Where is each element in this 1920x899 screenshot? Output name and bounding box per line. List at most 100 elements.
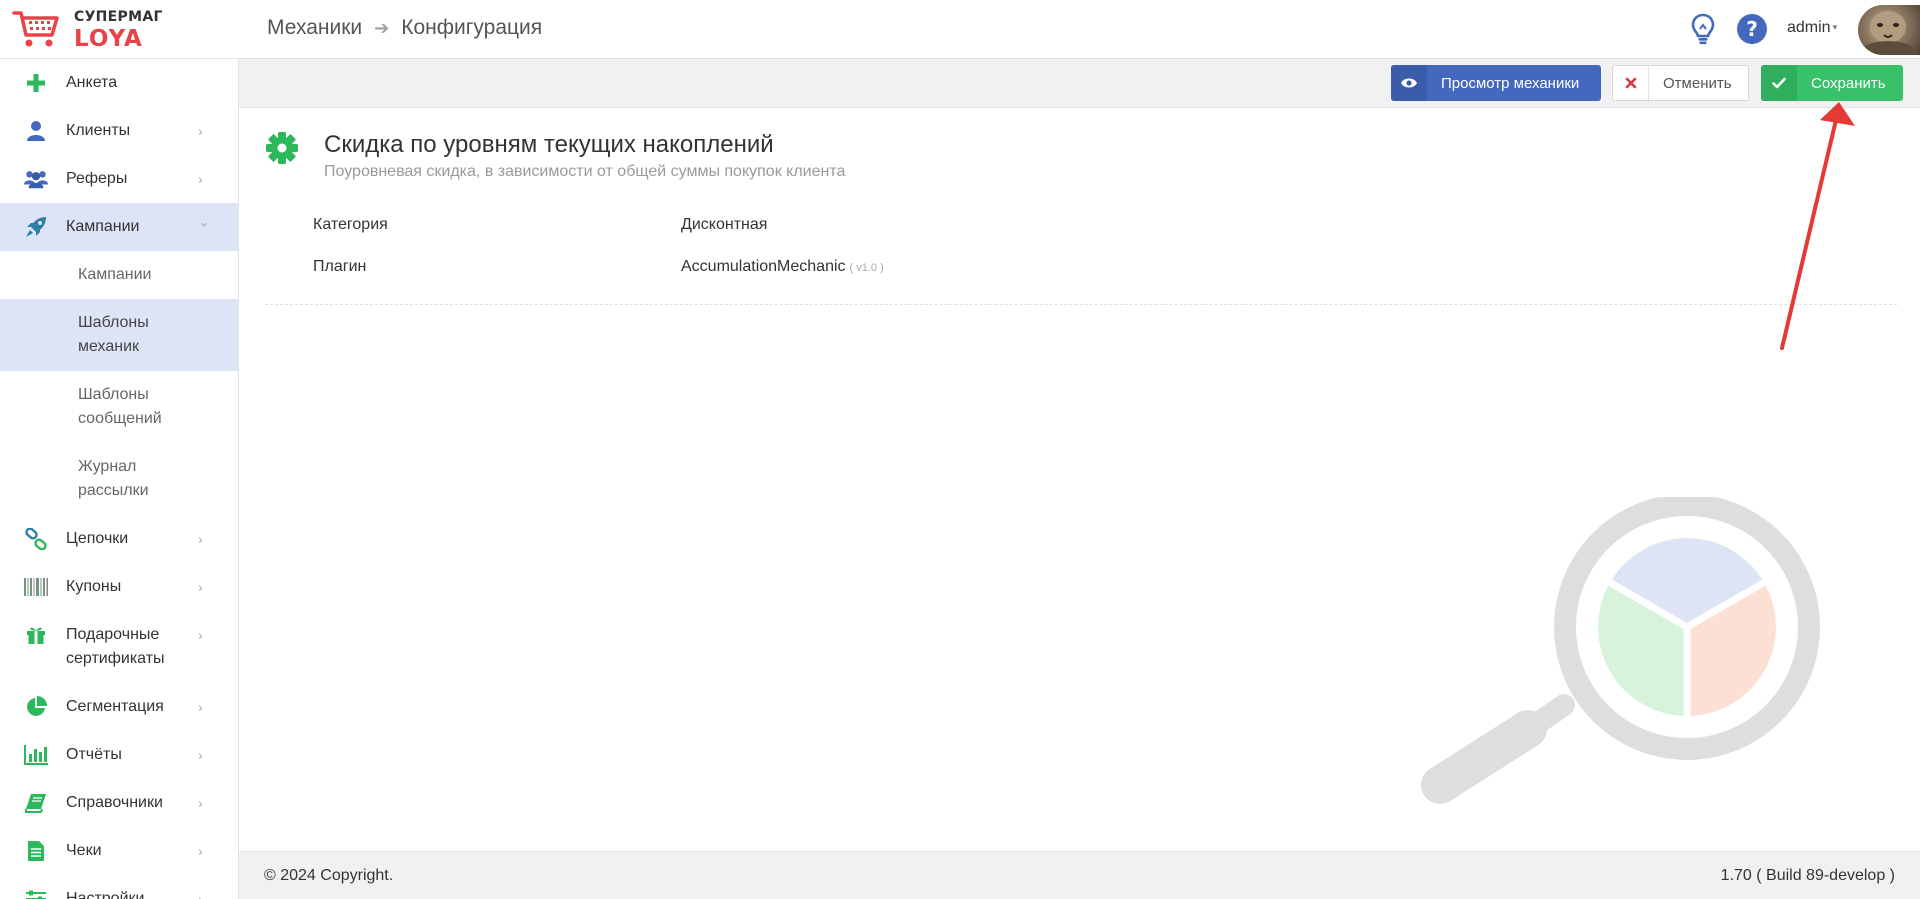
sidebar-item-chains[interactable]: Цепочки › bbox=[0, 515, 238, 563]
plugin-version: ( v1.0 ) bbox=[849, 262, 884, 274]
chevron-right-icon: › bbox=[198, 891, 203, 899]
view-mechanic-button[interactable]: Просмотр механики bbox=[1391, 65, 1601, 101]
property-key: Категория bbox=[313, 216, 388, 233]
svg-text:?: ? bbox=[1746, 17, 1758, 41]
bar-chart-icon bbox=[24, 743, 48, 767]
sidebar-item-anketa[interactable]: Анкета bbox=[0, 59, 238, 107]
sidebar: Анкета Клиенты › Реферы › Кампании ⌄ Кам… bbox=[0, 59, 239, 899]
save-label: Сохранить bbox=[1811, 74, 1886, 92]
divider bbox=[265, 304, 1897, 305]
sidebar-subitem-label: Кампании bbox=[78, 266, 152, 283]
chevron-down-icon: ⌄ bbox=[198, 213, 210, 230]
user-menu[interactable]: admin ▾ bbox=[1787, 19, 1837, 37]
sidebar-subitem-mechanic-templates[interactable]: Шаблоны механик bbox=[0, 299, 238, 371]
sidebar-item-label: Подарочные сертификаты bbox=[66, 626, 165, 667]
close-icon bbox=[1613, 66, 1649, 100]
help-icon[interactable]: ? bbox=[1736, 13, 1768, 45]
sidebar-item-label: Анкета bbox=[66, 74, 118, 91]
magnifier-pie-watermark-icon bbox=[1421, 497, 1820, 804]
chevron-down-icon: ▾ bbox=[1832, 22, 1838, 33]
document-icon bbox=[24, 839, 48, 863]
cancel-button[interactable]: Отменить bbox=[1612, 65, 1749, 101]
eye-icon bbox=[1391, 65, 1427, 101]
chevron-right-icon: › bbox=[198, 531, 203, 547]
sidebar-item-label: Чеки bbox=[66, 842, 102, 859]
barcode-icon bbox=[24, 575, 48, 599]
logo[interactable]: СУПЕРМАГ LOYA bbox=[12, 7, 242, 53]
pie-chart-icon bbox=[24, 695, 48, 719]
sliders-icon bbox=[24, 887, 48, 899]
sidebar-subitem-label: Шаблоны сообщений bbox=[78, 386, 162, 427]
app-version: 1.70 ( Build 89-develop ) bbox=[1720, 867, 1895, 884]
gift-icon bbox=[24, 623, 48, 647]
chevron-right-icon: › bbox=[198, 795, 203, 811]
plus-icon bbox=[24, 71, 48, 95]
property-key: Плагин bbox=[313, 258, 367, 275]
sidebar-subitem-campaigns[interactable]: Кампании bbox=[0, 251, 238, 299]
breadcrumb-separator-icon: ➔ bbox=[374, 17, 390, 38]
sidebar-item-label: Сегментация bbox=[66, 698, 164, 715]
property-value-text: AccumulationMechanic bbox=[681, 258, 846, 275]
main-content: Скидка по уровням текущих накоплений Поу… bbox=[239, 108, 1920, 851]
chevron-right-icon: › bbox=[198, 699, 203, 715]
lightbulb-icon[interactable] bbox=[1690, 13, 1716, 45]
link-icon bbox=[24, 527, 48, 551]
sidebar-item-label: Отчёты bbox=[66, 746, 122, 763]
avatar[interactable] bbox=[1858, 5, 1920, 55]
property-value: AccumulationMechanic( v1.0 ) bbox=[681, 258, 884, 276]
sidebar-item-gift-certificates[interactable]: Подарочные сертификаты › bbox=[0, 611, 238, 683]
view-mechanic-label: Просмотр механики bbox=[1441, 74, 1580, 92]
sidebar-item-label: Клиенты bbox=[66, 122, 131, 139]
sidebar-item-segmentation[interactable]: Сегментация › bbox=[0, 683, 238, 731]
arrow-annotation-icon bbox=[1780, 102, 1855, 350]
sidebar-item-label: Реферы bbox=[66, 170, 128, 187]
sidebar-item-directories[interactable]: Справочники › bbox=[0, 779, 238, 827]
sidebar-item-receipts[interactable]: Чеки › bbox=[0, 827, 238, 875]
users-group-icon bbox=[24, 167, 48, 191]
breadcrumb-parent[interactable]: Механики bbox=[267, 16, 362, 40]
footer: © 2024 Copyright. 1.70 ( Build 89-develo… bbox=[239, 851, 1920, 899]
sidebar-subitem-label: Журнал рассылки bbox=[78, 458, 149, 499]
chevron-right-icon: › bbox=[198, 171, 203, 187]
sidebar-subitem-message-templates[interactable]: Шаблоны сообщений bbox=[0, 371, 238, 443]
chevron-right-icon: › bbox=[198, 747, 203, 763]
rocket-icon bbox=[24, 215, 48, 239]
page-title: Скидка по уровням текущих накоплений bbox=[324, 131, 774, 158]
sidebar-subitem-mailing-log[interactable]: Журнал рассылки bbox=[0, 443, 238, 515]
gear-icon bbox=[266, 132, 298, 164]
property-value: Дисконтная bbox=[681, 216, 767, 234]
book-icon bbox=[24, 791, 48, 815]
save-button[interactable]: Сохранить bbox=[1761, 65, 1903, 101]
page-subtitle: Поуровневая скидка, в зависимости от общ… bbox=[324, 163, 846, 180]
sidebar-subitem-label: Шаблоны механик bbox=[78, 314, 149, 355]
sidebar-item-settings[interactable]: Настройки › bbox=[0, 875, 238, 899]
sidebar-item-reports[interactable]: Отчёты › bbox=[0, 731, 238, 779]
breadcrumb: Механики ➔ Конфигурация bbox=[267, 16, 542, 40]
cart-logo-icon bbox=[12, 11, 59, 47]
user-name: admin bbox=[1787, 19, 1831, 36]
sidebar-item-label: Справочники bbox=[66, 794, 163, 811]
check-icon bbox=[1761, 65, 1797, 101]
copyright: © 2024 Copyright. bbox=[264, 867, 394, 884]
sidebar-item-label: Кампании bbox=[66, 218, 140, 235]
user-icon bbox=[24, 119, 48, 143]
top-bar: СУПЕРМАГ LOYA Механики ➔ Конфигурация ? … bbox=[0, 0, 1920, 59]
sidebar-item-label: Купоны bbox=[66, 578, 122, 595]
chevron-right-icon: › bbox=[198, 123, 203, 139]
chevron-right-icon: › bbox=[198, 627, 203, 644]
chevron-right-icon: › bbox=[198, 843, 203, 859]
sidebar-item-referrers[interactable]: Реферы › bbox=[0, 155, 238, 203]
breadcrumb-current: Конфигурация bbox=[401, 16, 543, 39]
property-value-text: Дисконтная bbox=[681, 216, 768, 233]
properties-list: Категория Дисконтная Плагин Accumulation… bbox=[313, 216, 1513, 300]
sidebar-item-label: Настройки bbox=[66, 890, 145, 899]
sidebar-item-clients[interactable]: Клиенты › bbox=[0, 107, 238, 155]
avatar-image bbox=[1862, 11, 1914, 55]
property-row: Плагин AccumulationMechanic( v1.0 ) bbox=[313, 258, 1513, 300]
sidebar-item-coupons[interactable]: Купоны › bbox=[0, 563, 238, 611]
chevron-right-icon: › bbox=[198, 579, 203, 595]
sidebar-item-campaigns[interactable]: Кампании ⌄ bbox=[0, 203, 238, 251]
brand-name-bottom: LOYA bbox=[74, 26, 143, 52]
property-row: Категория Дисконтная bbox=[313, 216, 1513, 258]
sidebar-item-label: Цепочки bbox=[66, 530, 129, 547]
